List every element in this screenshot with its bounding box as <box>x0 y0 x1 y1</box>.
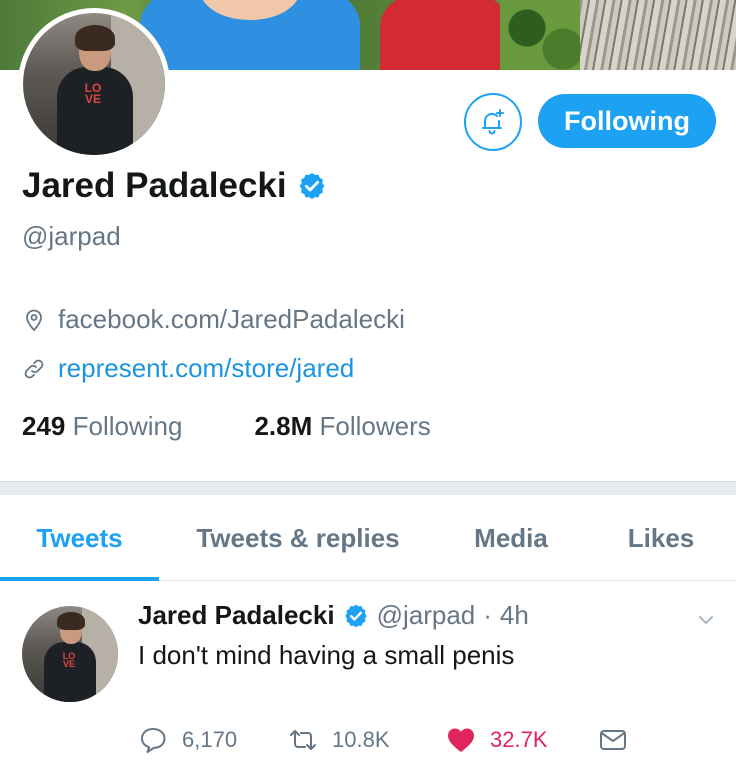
avatar-photo: LO VE <box>23 13 165 155</box>
following-count: 249 <box>22 411 66 441</box>
section-divider <box>0 481 736 495</box>
avatar-hair <box>57 612 85 630</box>
profile-name-row: Jared Padalecki <box>22 166 327 206</box>
profile-tabs: Tweets Tweets & replies Media Likes <box>0 495 736 581</box>
tab-media[interactable]: Media <box>446 495 576 581</box>
link-icon <box>24 359 44 378</box>
chevron-down-icon[interactable] <box>694 608 718 632</box>
profile-website-link[interactable]: represent.com/store/jared <box>58 353 354 384</box>
profile-avatar[interactable]: LO VE <box>18 8 170 160</box>
profile-location-row: facebook.com/JaredPadalecki <box>22 304 405 335</box>
profile-stats: 249 Following 2.8M Followers <box>22 411 431 442</box>
tab-tweets-and-replies[interactable]: Tweets & replies <box>170 495 426 581</box>
verified-badge-icon <box>344 604 367 627</box>
avatar-hair <box>75 25 115 51</box>
profile-name: Jared Padalecki <box>22 166 287 205</box>
reply-icon <box>141 728 166 753</box>
tweet-actions: 6,170 10.8K 32.7K <box>138 725 638 759</box>
location-pin-icon <box>26 309 42 331</box>
tweet-author-avatar[interactable]: LO VE <box>22 606 118 702</box>
like-button[interactable]: 32.7K <box>446 725 548 755</box>
tweet-author-handle[interactable]: @jarpad <box>377 600 476 631</box>
followers-stat[interactable]: 2.8M Followers <box>254 411 430 442</box>
profile-website-row[interactable]: represent.com/store/jared <box>22 353 354 384</box>
tweet-meta-separator: · <box>483 600 492 630</box>
retweet-icon <box>290 730 316 750</box>
profile-location: facebook.com/JaredPadalecki <box>58 304 405 334</box>
profile-handle: @jarpad <box>22 221 121 251</box>
envelope-icon <box>600 730 626 750</box>
active-tab-indicator <box>0 577 159 581</box>
following-button[interactable]: Following <box>538 94 716 148</box>
banner-photo-foliage <box>500 0 590 70</box>
notifications-button[interactable] <box>464 93 522 151</box>
tab-likes[interactable]: Likes <box>596 495 726 581</box>
avatar-shirt-logo: LO VE <box>62 651 76 669</box>
tweet-author-name[interactable]: Jared Padalecki <box>138 600 335 631</box>
retweet-count: 10.8K <box>332 727 390 752</box>
tweet-text: I don't mind having a small penis <box>138 640 515 670</box>
banner-photo-tree <box>580 0 736 70</box>
retweet-button[interactable]: 10.8K <box>288 725 390 755</box>
verified-badge-icon <box>299 172 324 200</box>
tweet-timestamp[interactable]: 4h <box>500 600 529 631</box>
like-count: 32.7K <box>490 727 548 752</box>
tweet-header: Jared Padalecki @jarpad · 4h <box>138 600 529 631</box>
following-label: Following <box>72 411 183 441</box>
heart-filled-icon <box>448 728 474 752</box>
avatar-shirt-logo: LO VE <box>84 81 102 106</box>
following-stat[interactable]: 249 Following <box>22 411 182 442</box>
bell-plus-icon <box>482 109 504 135</box>
reply-button[interactable]: 6,170 <box>138 725 237 755</box>
followers-count: 2.8M <box>254 411 313 441</box>
banner-photo-subject <box>380 0 510 70</box>
tab-tweets[interactable]: Tweets <box>0 495 159 581</box>
direct-message-button[interactable] <box>598 725 628 755</box>
followers-label: Followers <box>319 411 431 441</box>
reply-count: 6,170 <box>182 727 238 752</box>
